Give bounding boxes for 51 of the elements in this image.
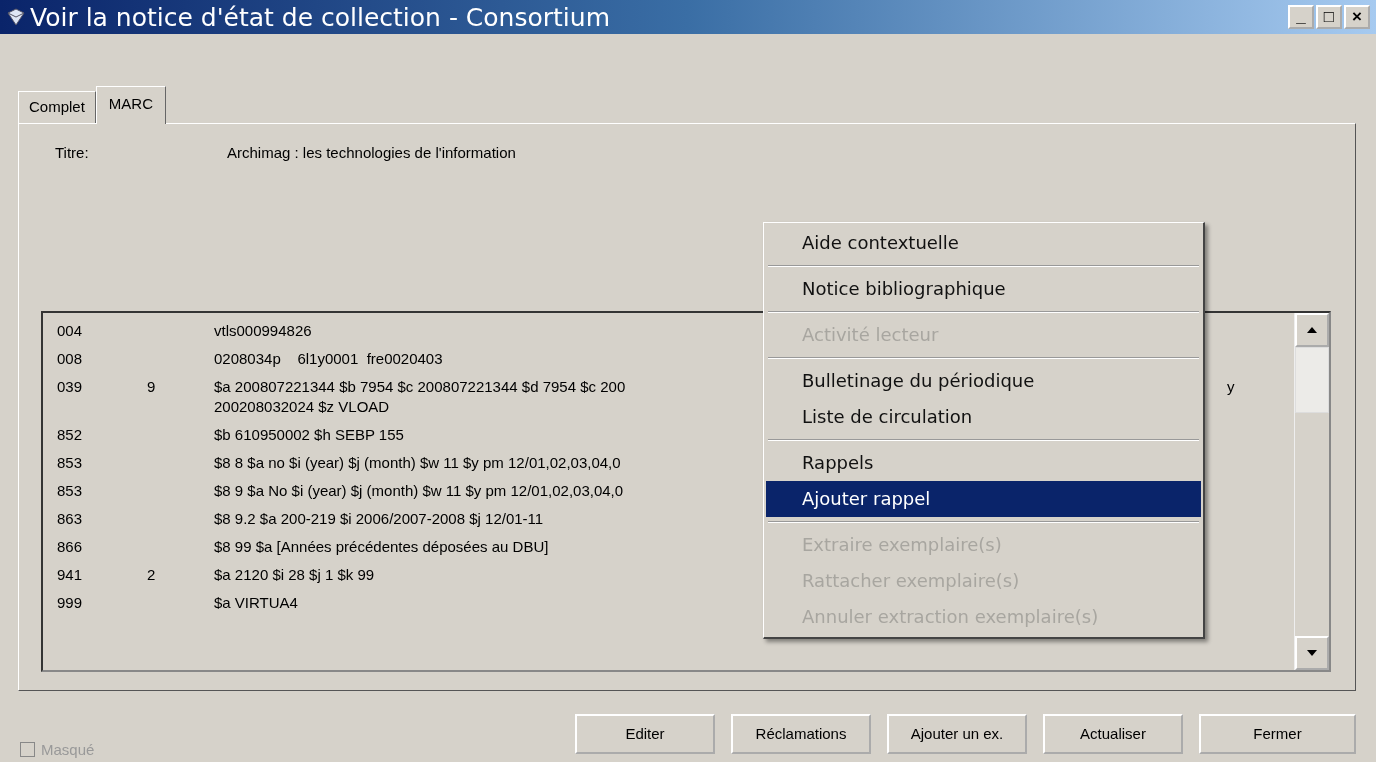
scroll-down-button[interactable]: [1295, 636, 1329, 670]
marc-tag: 999: [57, 593, 147, 613]
window-title: Voir la notice d'état de collection - Consortium: [30, 2, 611, 32]
menu-item[interactable]: Aide contextuelle: [766, 225, 1201, 261]
action-button[interactable]: Editer: [575, 713, 715, 754]
menu-item[interactable]: Ajouter rappel: [766, 481, 1201, 517]
window-control-button[interactable]: □: [1316, 5, 1342, 29]
menu-item[interactable]: Rappels: [766, 445, 1201, 481]
marc-field-text: $a 2120 $i 28 $j 1 $k 99: [214, 565, 375, 585]
marc-tag: 039: [57, 377, 147, 417]
menu-item[interactable]: Bulletinage du périodique: [766, 363, 1201, 399]
marc-field-text: vtls000994826: [214, 321, 312, 341]
marc-indicator: 9: [147, 378, 156, 395]
up-arrow-icon: [1307, 327, 1317, 333]
marc-field-text: $8 9 $a No $i (year) $j (month) $w 11 $y pm 12/01,02,03,04,0: [214, 481, 624, 501]
marc-field-text: y: [1227, 377, 1235, 397]
marc-tag: 941: [57, 565, 147, 585]
marc-field-text: $8 99 $a [Années précédentes déposées au DBU]: [214, 537, 549, 557]
checkbox-label: Masqué: [41, 741, 95, 758]
marc-field-text: 200208032024 $z VLOAD: [214, 397, 391, 417]
action-button[interactable]: Fermer: [1199, 713, 1356, 754]
marc-tag: 004: [57, 321, 147, 341]
marc-tag: 863: [57, 509, 147, 529]
app-icon: [6, 7, 26, 27]
marc-tag: 853: [57, 481, 147, 501]
window-control-button[interactable]: _: [1288, 5, 1314, 29]
window-control-button[interactable]: ×: [1344, 5, 1370, 29]
down-arrow-icon: [1307, 650, 1317, 656]
field-label: Titre:: [54, 144, 90, 161]
marc-field-text: $8 9.2 $a 200-219 $i 2006/2007-2008 $j 12/01-11: [214, 509, 544, 529]
marc-field-text: $a VIRTUA4: [214, 593, 298, 613]
menu-item[interactable]: Notice bibliographique: [766, 271, 1201, 307]
scrollbar[interactable]: [1294, 313, 1329, 670]
marc-field-text: $b 610950002 $h SEBP 155: [214, 425, 404, 445]
action-button[interactable]: Réclamations: [731, 713, 871, 754]
tab[interactable]: Complet: [18, 91, 96, 123]
title-value: Archimag : les technologies de l'information: [227, 144, 516, 161]
marc-indicator: 2: [147, 566, 156, 583]
scroll-up-button[interactable]: [1295, 313, 1329, 347]
action-button[interactable]: Actualiser: [1043, 713, 1183, 754]
menu-item[interactable]: Liste de circulation: [766, 399, 1201, 435]
marc-tag: 852: [57, 425, 147, 445]
marc-field-text: $a 200807221344 $b 7954 $c 200807221344 $d 7954 $c 200: [214, 377, 626, 397]
marc-tag: 008: [57, 349, 147, 369]
marc-tag: 853: [57, 453, 147, 473]
scroll-thumb[interactable]: [1295, 347, 1329, 413]
marc-field-text: $8 8 $a no $i (year) $j (month) $w 11 $y pm 12/01,02,03,04,0: [214, 453, 621, 473]
marc-tag: 866: [57, 537, 147, 557]
action-button[interactable]: Ajouter un ex.: [887, 713, 1027, 754]
marc-field-text: 0208034p 6l1y0001 fre0020403: [214, 349, 443, 369]
tab[interactable]: MARC: [95, 86, 167, 124]
